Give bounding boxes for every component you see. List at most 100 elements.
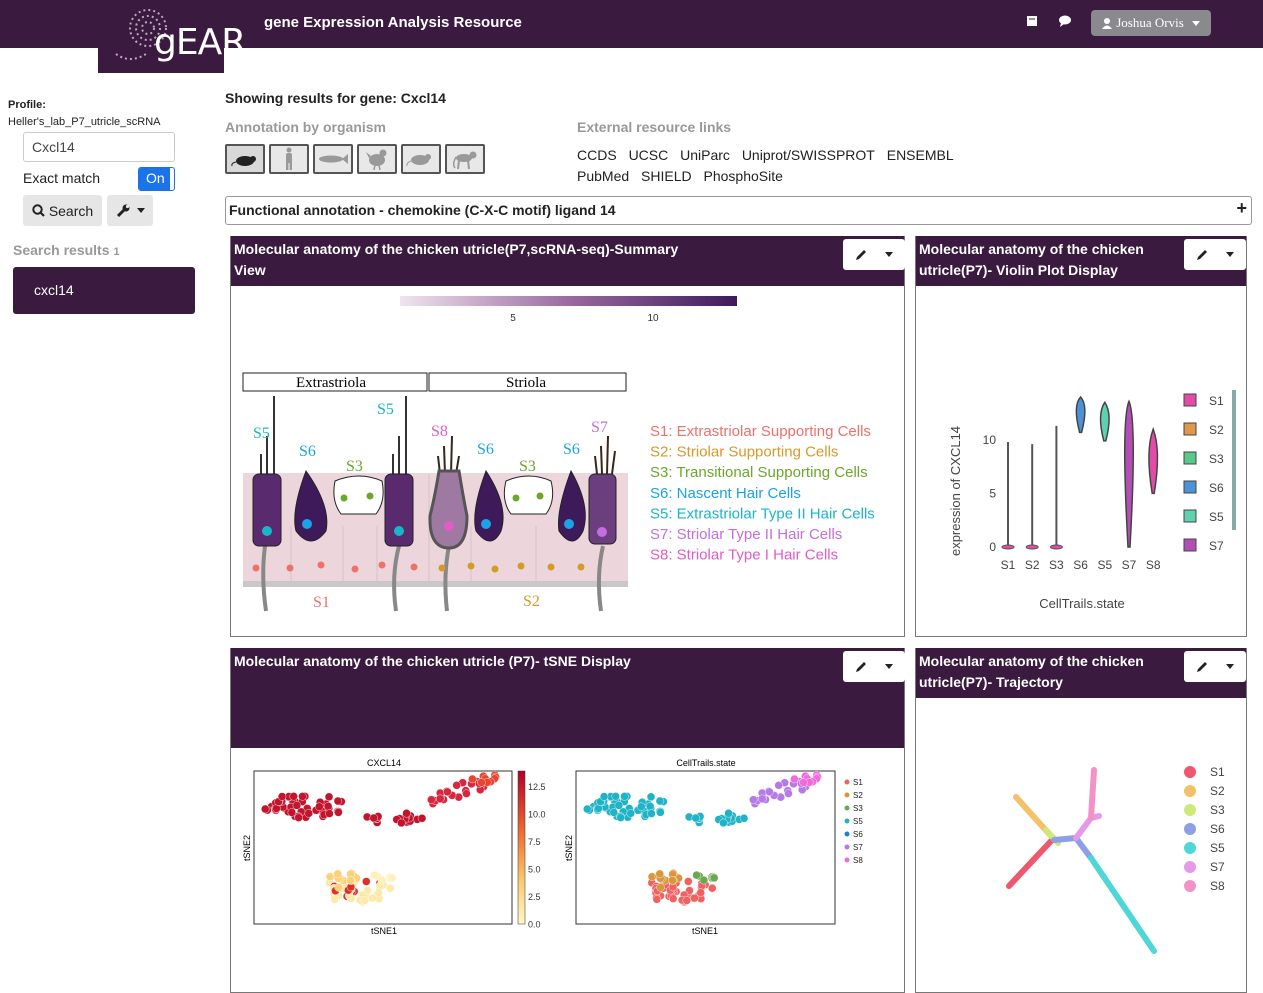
chicken-organism-button[interactable] [357, 144, 397, 174]
tsne-point [691, 813, 700, 823]
summary-legend-item: S8: Striolar Type I Hair Cells [650, 547, 838, 564]
link-phosphosite[interactable]: PhosphoSite [704, 168, 783, 184]
tsne-point [462, 789, 471, 798]
violin-base-S3 [1049, 544, 1063, 550]
tsne-legend-label: S8 [853, 856, 863, 865]
panel-edit-button[interactable] [1184, 239, 1246, 270]
tsne-legend-marker [844, 792, 850, 798]
rat-organism-button[interactable] [401, 144, 441, 174]
tsne-point [614, 801, 624, 810]
chicken-icon [366, 149, 387, 170]
link-ccds[interactable]: CCDS [577, 147, 617, 163]
tsne-point [334, 883, 343, 892]
comment-icon[interactable] [1058, 15, 1072, 30]
search-results-count: 1 [113, 246, 120, 258]
tsne-point [749, 795, 758, 804]
search-options-button[interactable] [107, 195, 153, 226]
tsne-point [684, 877, 693, 886]
link-uniprot[interactable]: Uniprot/SWISSPROT [742, 147, 875, 163]
trajectory-legend-marker[interactable] [1184, 823, 1196, 835]
link-pubmed[interactable]: PubMed [577, 168, 629, 184]
search-button-label: Search [48, 202, 94, 219]
tsne-legend-label: S3 [853, 804, 863, 813]
tsne-point [477, 778, 486, 787]
user-name: Joshua Orvis [1116, 15, 1184, 30]
violin-legend-swatch[interactable] [1183, 509, 1197, 523]
trajectory-legend-marker[interactable] [1184, 785, 1196, 797]
search-result-item[interactable]: cxcl14 [13, 267, 195, 314]
legend-scrollbar[interactable] [1232, 390, 1236, 530]
book-icon[interactable] [1026, 15, 1038, 30]
user-menu-button[interactable]: Joshua Orvis [1091, 10, 1211, 36]
tsne-point [699, 875, 709, 885]
search-icon [32, 204, 45, 217]
zebrafish-icon [319, 154, 348, 164]
trajectory-legend-label: S6 [1210, 822, 1225, 836]
tsne-point [402, 809, 411, 818]
exact-match-toggle[interactable]: On [138, 167, 175, 191]
trajectory-legend-marker[interactable] [1184, 861, 1196, 873]
trajectory-legend-label: S3 [1210, 803, 1225, 817]
trajectory-legend-marker[interactable] [1184, 880, 1196, 892]
violin-legend-swatch[interactable] [1183, 393, 1197, 407]
tsne-colorbar [517, 770, 526, 925]
violin-legend-swatch[interactable] [1183, 422, 1197, 436]
expand-plus-icon[interactable]: + [1236, 198, 1247, 219]
human-organism-button[interactable] [269, 144, 309, 174]
violin-legend-label: S6 [1209, 481, 1224, 495]
link-ensembl[interactable]: ENSEMBL [887, 147, 954, 163]
tsne-left-title: CXCL14 [367, 758, 401, 768]
region-extrastriola-label: Extrastriola [296, 375, 366, 391]
tsne-point [709, 873, 719, 883]
rat-icon [406, 154, 431, 167]
panel-edit-button[interactable] [843, 239, 905, 270]
tsne-point [616, 813, 625, 822]
tsne-point [682, 896, 691, 905]
tsne-point [611, 792, 620, 801]
functional-annotation-bar[interactable]: Functional annotation - chemokine (C-X-C… [225, 196, 1252, 225]
trajectory-branch-s7 [1073, 815, 1094, 841]
pencil-icon [1197, 662, 1208, 672]
violin-legend-swatch[interactable] [1183, 480, 1197, 494]
tsne-legend-label: S6 [853, 830, 863, 839]
panel-edit-button[interactable] [843, 651, 905, 682]
pencil-icon [1197, 250, 1208, 260]
tsne-legend: S1 S2 S3 S5 S6 S7 S8 [844, 778, 863, 865]
gene-search-input[interactable] [23, 132, 175, 162]
gear-logo[interactable]: gEAR [98, 0, 246, 73]
tsne-legend-marker [844, 818, 850, 824]
trajectory-legend-marker[interactable] [1184, 842, 1196, 854]
link-shield[interactable]: SHIELD [641, 168, 692, 184]
violin-xtick: S3 [1049, 558, 1064, 572]
cell-label: S6 [299, 443, 316, 460]
profile-value[interactable]: Heller's_lab_P7_utricle_scRNA [8, 116, 161, 128]
colorbar [400, 296, 737, 306]
trajectory-legend-marker[interactable] [1184, 766, 1196, 778]
violin-legend: S1 S2 S3 S6 S5 S7 [1183, 393, 1224, 553]
monkey-organism-button[interactable] [445, 144, 485, 174]
trajectory-branch-s6 [1051, 835, 1079, 843]
panel-edit-button[interactable] [1184, 651, 1246, 682]
tsne-point [325, 809, 334, 818]
summary-legend-item: S5: Extrastriolar Type II Hair Cells [650, 505, 875, 522]
violin-S7 [1123, 399, 1135, 548]
tsne-legend-label: S2 [853, 791, 863, 800]
trajectory-legend-label: S5 [1210, 841, 1225, 855]
tsne-point [599, 792, 609, 801]
tsne-point [304, 809, 313, 818]
tsne-point [668, 894, 678, 903]
mouse-organism-button[interactable] [225, 144, 265, 174]
tsne-xlabel: tSNE1 [371, 926, 397, 936]
zebrafish-organism-button[interactable] [313, 144, 353, 174]
violin-xtick: S8 [1146, 558, 1161, 572]
link-uniparc[interactable]: UniParc [680, 147, 730, 163]
violin-legend-swatch[interactable] [1183, 538, 1197, 552]
tsne-legend-marker [844, 805, 850, 811]
violin-legend-swatch[interactable] [1183, 451, 1197, 465]
supporting-cell-s3 [333, 475, 384, 515]
link-ucsc[interactable]: UCSC [629, 147, 669, 163]
search-button[interactable]: Search [23, 195, 102, 226]
trajectory-legend-label: S1 [1210, 765, 1225, 779]
tsne-point [435, 794, 445, 803]
trajectory-legend-marker[interactable] [1184, 804, 1196, 816]
